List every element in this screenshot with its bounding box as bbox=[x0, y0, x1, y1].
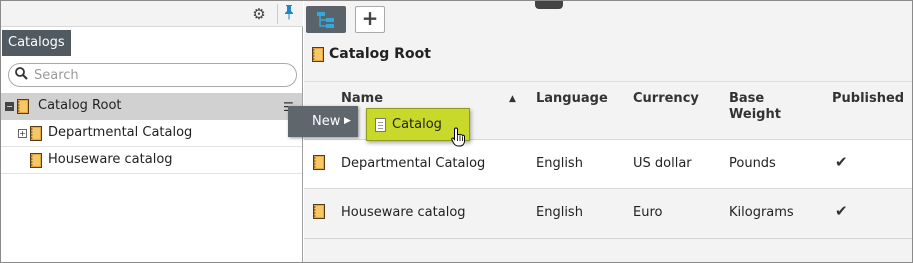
cell-language: English bbox=[536, 205, 583, 220]
context-menu-new[interactable]: New ▶ bbox=[288, 106, 358, 137]
column-header-published[interactable]: Published bbox=[832, 91, 904, 107]
tree-node-departmental-catalog[interactable]: + Departmental Catalog bbox=[1, 120, 302, 147]
table-row[interactable]: Houseware catalog English Euro Kilograms… bbox=[304, 189, 912, 239]
catalogs-tab[interactable]: Catalogs bbox=[2, 30, 71, 56]
tree-node-houseware-catalog[interactable]: Houseware catalog bbox=[1, 147, 302, 174]
document-icon bbox=[375, 118, 386, 132]
panel-handle[interactable] bbox=[535, 1, 563, 9]
book-icon bbox=[30, 126, 42, 141]
pin-icon[interactable] bbox=[277, 4, 297, 24]
breadcrumb-label: Catalog Root bbox=[329, 46, 431, 62]
add-button[interactable]: + bbox=[355, 6, 385, 33]
pin-glyph bbox=[284, 5, 293, 20]
book-icon bbox=[312, 47, 324, 62]
column-header-currency[interactable]: Currency bbox=[633, 91, 699, 107]
published-check-icon: ✔ bbox=[835, 202, 848, 220]
tree-node-label: Catalog Root bbox=[38, 98, 122, 113]
search-input[interactable] bbox=[34, 67, 289, 83]
tree-view-icon bbox=[317, 12, 334, 28]
book-icon bbox=[313, 155, 325, 170]
tree-toolbar: ⚙ bbox=[1, 1, 303, 27]
book-icon bbox=[17, 99, 29, 114]
menu-item-label: Catalog bbox=[392, 117, 442, 132]
tree-node-catalog-root[interactable]: − Catalog Root ☰ bbox=[1, 93, 302, 120]
sort-ascending-icon[interactable]: ▲ bbox=[509, 94, 516, 104]
column-header-language[interactable]: Language bbox=[536, 91, 608, 107]
book-icon bbox=[313, 204, 325, 219]
column-header-base-weight[interactable]: Base Weight bbox=[729, 91, 789, 123]
cell-language: English bbox=[536, 156, 583, 171]
expand-toggle-icon[interactable]: + bbox=[18, 129, 27, 138]
tree-node-label: Houseware catalog bbox=[48, 152, 173, 167]
tree-node-label: Departmental Catalog bbox=[48, 125, 193, 140]
gear-icon[interactable]: ⚙ bbox=[249, 4, 269, 24]
tree-view-button[interactable] bbox=[306, 6, 346, 33]
search-icon bbox=[15, 67, 28, 84]
catalog-tree-panel: ⚙ Catalogs − Catalog Root ☰ + Department… bbox=[1, 1, 303, 262]
collapse-toggle-icon[interactable]: − bbox=[5, 102, 14, 111]
table-row[interactable]: Departmental Catalog English US dollar P… bbox=[304, 139, 912, 189]
content-toolbar: + bbox=[304, 1, 912, 37]
submenu-arrow-icon: ▶ bbox=[344, 116, 351, 126]
cell-name[interactable]: Houseware catalog bbox=[341, 205, 466, 220]
menu-item-new-label: New bbox=[312, 114, 341, 129]
search-field[interactable] bbox=[8, 63, 297, 87]
hand-cursor-icon bbox=[451, 127, 467, 151]
cell-currency: Euro bbox=[633, 205, 663, 220]
cell-currency: US dollar bbox=[633, 156, 692, 171]
cell-name[interactable]: Departmental Catalog bbox=[341, 156, 485, 171]
column-header-name[interactable]: Name bbox=[341, 91, 383, 107]
published-check-icon: ✔ bbox=[835, 153, 848, 171]
book-icon bbox=[30, 153, 42, 168]
cell-base-weight: Pounds bbox=[729, 156, 776, 171]
cell-base-weight: Kilograms bbox=[729, 205, 794, 220]
